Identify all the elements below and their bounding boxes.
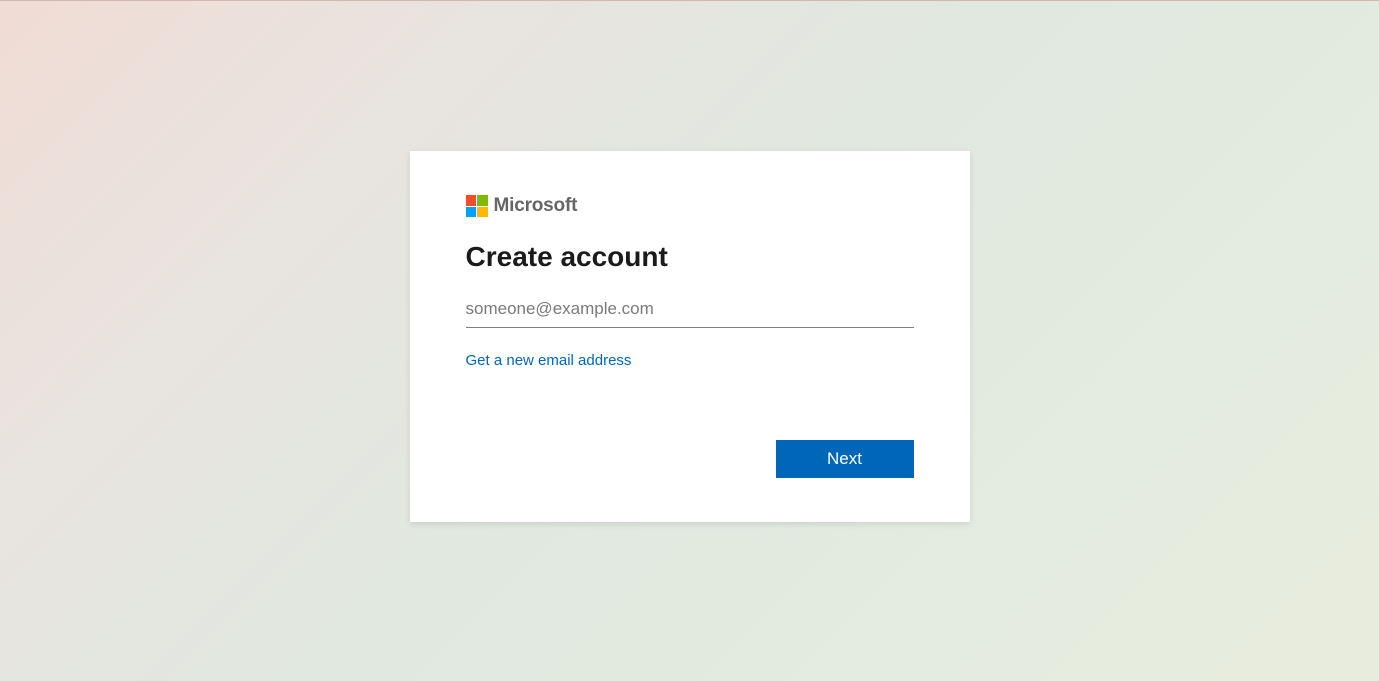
microsoft-logo-icon [466,195,488,217]
button-row: Next [466,440,914,478]
page-title: Create account [466,241,914,273]
brand-name: Microsoft [494,195,578,217]
brand-row: Microsoft [466,195,914,217]
next-button[interactable]: Next [776,440,914,478]
signup-card: Microsoft Create account Get a new email… [410,151,970,522]
get-new-email-link[interactable]: Get a new email address [466,352,632,369]
email-field[interactable] [466,291,914,328]
